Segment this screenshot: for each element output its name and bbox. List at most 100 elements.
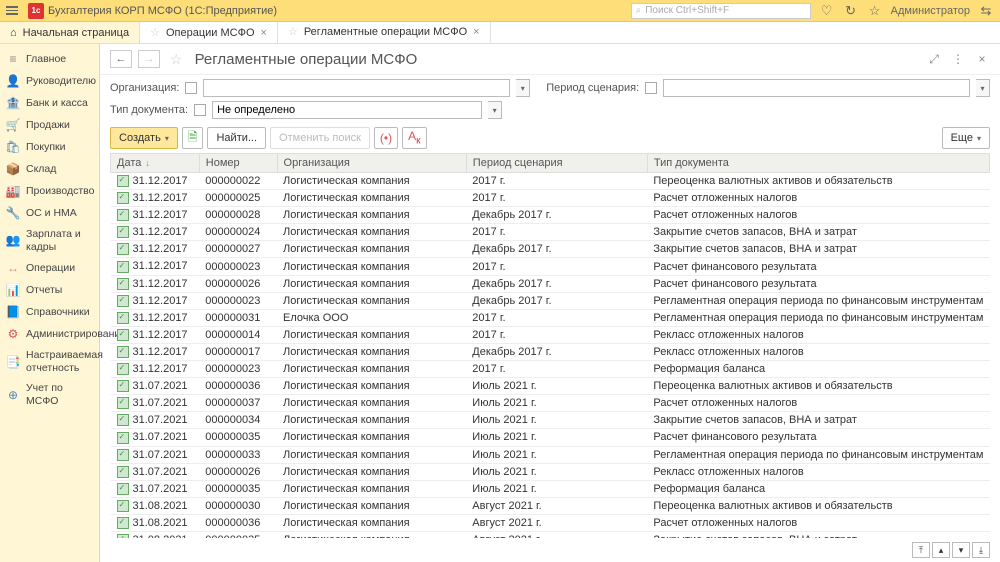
close-icon[interactable]: × <box>974 51 990 67</box>
nav-icon: ⚙ <box>6 327 20 341</box>
signal-icon: (•) <box>380 131 392 145</box>
app-title: Бухгалтерия КОРП МСФО (1С:Предприятие) <box>48 5 631 17</box>
doc-status-icon <box>117 243 129 255</box>
goto-up-button[interactable]: ▴ <box>932 542 950 558</box>
table-row[interactable]: 31.08.2021000000030Логистическая компани… <box>111 497 990 514</box>
sidebar-item[interactable]: 📊Отчеты <box>0 279 99 301</box>
doc-status-icon <box>117 226 129 238</box>
table-row[interactable]: 31.12.2017000000028Логистическая компани… <box>111 207 990 224</box>
sidebar-item[interactable]: 📘Справочники <box>0 301 99 323</box>
table-row[interactable]: 31.07.2021000000026Логистическая компани… <box>111 463 990 480</box>
sidebar-item[interactable]: ⊕Учет по МСФО <box>0 378 99 411</box>
history-icon[interactable]: ↻ <box>843 3 859 19</box>
goto-first-button[interactable]: ⤒ <box>912 542 930 558</box>
doc-status-icon <box>117 329 129 341</box>
close-icon[interactable]: × <box>261 27 267 39</box>
kebab-icon[interactable]: ⋮ <box>950 51 966 67</box>
sidebar-item[interactable]: 📑Настраиваемая отчетность <box>0 345 99 378</box>
table-row[interactable]: 31.12.2017000000014Логистическая компани… <box>111 326 990 343</box>
dropdown-icon[interactable]: ▾ <box>488 101 502 119</box>
doc-status-icon <box>117 397 129 409</box>
scenario-filter-input[interactable] <box>663 79 970 97</box>
doc-status-icon <box>117 278 129 290</box>
bell-icon[interactable]: ♡ <box>819 3 835 19</box>
sidebar-item[interactable]: ↔Операции <box>0 257 99 279</box>
table-row[interactable]: 31.12.2017000000022Логистическая компани… <box>111 173 990 190</box>
table-row[interactable]: 31.07.2021000000033Логистическая компани… <box>111 446 990 463</box>
star-icon[interactable]: ☆ <box>170 51 183 68</box>
close-icon[interactable]: × <box>473 26 479 38</box>
nav-label: Настраиваемая отчетность <box>26 349 103 374</box>
nav-icon: ≡ <box>6 52 20 66</box>
table-row[interactable]: 31.07.2021000000037Логистическая компани… <box>111 395 990 412</box>
sidebar-item[interactable]: ≡Главное <box>0 48 99 70</box>
table-row[interactable]: 31.12.2017000000024Логистическая компани… <box>111 224 990 241</box>
col-org[interactable]: Организация <box>277 154 466 173</box>
table-row[interactable]: 31.12.2017000000017Логистическая компани… <box>111 343 990 360</box>
forward-button[interactable]: → <box>138 50 160 68</box>
nav-label: Операции <box>26 262 75 275</box>
table-row[interactable]: 31.12.2017000000023Логистическая компани… <box>111 258 990 275</box>
sidebar-item[interactable]: 🛍Покупки <box>0 136 99 158</box>
sidebar-item[interactable]: 👥Зарплата и кадры <box>0 224 99 257</box>
sidebar-item[interactable]: 🛒Продажи <box>0 114 99 136</box>
table-row[interactable]: 31.12.2017000000027Логистическая компани… <box>111 241 990 258</box>
table-row[interactable]: 31.12.2017000000025Логистическая компани… <box>111 190 990 207</box>
sidebar-item[interactable]: 🔧ОС и НМА <box>0 202 99 224</box>
nav-label: Отчеты <box>26 284 62 297</box>
more-button[interactable]: Еще▾ <box>942 127 990 149</box>
goto-last-button[interactable]: ⤓ <box>972 542 990 558</box>
table-row[interactable]: 31.07.2021000000035Логистическая компани… <box>111 429 990 446</box>
table-row[interactable]: 31.07.2021000000036Логистическая компани… <box>111 378 990 395</box>
nav-icon: 🛍 <box>6 140 20 154</box>
tab-home[interactable]: ⌂Начальная страница <box>0 22 140 43</box>
table-row[interactable]: 31.12.2017000000023Логистическая компани… <box>111 361 990 378</box>
find-button[interactable]: Найти... <box>207 127 266 149</box>
org-filter-input[interactable] <box>203 79 510 97</box>
star-icon[interactable]: ☆ <box>867 3 883 19</box>
sidebar-item[interactable]: 🏦Банк и касса <box>0 92 99 114</box>
expand-icon[interactable]: ⤢ <box>926 51 942 67</box>
copy-button[interactable]: 🗎 <box>182 127 204 149</box>
tab-label: Начальная страница <box>23 27 129 39</box>
settings-icon[interactable]: ⇆ <box>978 3 994 19</box>
nav-label: Склад <box>26 163 56 176</box>
doctype-filter-input[interactable] <box>212 101 482 119</box>
table-row[interactable]: 31.07.2021000000034Логистическая компани… <box>111 412 990 429</box>
table-row[interactable]: 31.12.2017000000026Логистическая компани… <box>111 275 990 292</box>
goto-down-button[interactable]: ▾ <box>952 542 970 558</box>
dropdown-icon[interactable]: ▾ <box>516 79 530 97</box>
user-label[interactable]: Администратор <box>891 3 970 19</box>
create-button[interactable]: Создать▾ <box>110 127 178 149</box>
col-doctype[interactable]: Тип документа <box>647 154 989 173</box>
global-search-input[interactable]: ⌕Поиск Ctrl+Shift+F <box>631 3 811 19</box>
sidebar-item[interactable]: ⚙Администрирование <box>0 323 99 345</box>
nav-label: Банк и касса <box>26 97 88 110</box>
logo-icon: 1c <box>28 3 44 19</box>
org-filter-check[interactable] <box>185 82 197 94</box>
tab-reglament[interactable]: ☆Регламентные операции МСФО× <box>278 22 491 43</box>
sidebar-item[interactable]: 🏭Производство <box>0 180 99 202</box>
table-row[interactable]: 31.08.2021000000036Логистическая компани… <box>111 514 990 531</box>
scenario-filter-check[interactable] <box>645 82 657 94</box>
doctype-filter-check[interactable] <box>194 104 206 116</box>
sidebar-item[interactable]: 📦Склад <box>0 158 99 180</box>
table-row[interactable]: 31.12.2017000000031Елочка ООО2017 г.Регл… <box>111 309 990 326</box>
col-period[interactable]: Период сценария <box>466 154 647 173</box>
refresh-button[interactable]: (•) <box>374 127 398 149</box>
col-date[interactable]: Дата↓ <box>111 154 200 173</box>
col-number[interactable]: Номер <box>199 154 277 173</box>
back-button[interactable]: ← <box>110 50 132 68</box>
report-icon: Aк <box>408 129 420 146</box>
main-menu-icon[interactable] <box>6 2 24 20</box>
sidebar-item[interactable]: 👤Руководителю <box>0 70 99 92</box>
nav-icon: 📘 <box>6 305 20 319</box>
report-button[interactable]: Aк <box>402 127 426 149</box>
table-row[interactable]: 31.12.2017000000023Логистическая компани… <box>111 292 990 309</box>
nav-label: Производство <box>26 185 94 198</box>
cancel-find-button[interactable]: Отменить поиск <box>270 127 370 149</box>
tab-operations[interactable]: ☆Операции МСФО× <box>140 22 278 43</box>
dropdown-icon[interactable]: ▾ <box>976 79 990 97</box>
table-row[interactable]: 31.07.2021000000035Логистическая компани… <box>111 480 990 497</box>
doc-status-icon <box>117 449 129 461</box>
